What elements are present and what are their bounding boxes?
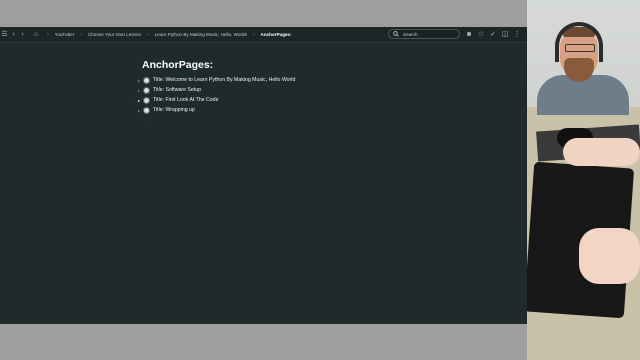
outline-block[interactable]: ▸ Title: Welcome to Learn Python By Maki…: [130, 75, 295, 85]
breadcrumb-item-current[interactable]: AnchorPages:: [261, 32, 292, 37]
breadcrumb-item-lesson[interactable]: Choose Your Own Lesson: [88, 32, 141, 37]
block-label[interactable]: Title: First Look At The Code: [153, 97, 218, 103]
breadcrumb-separator: ›: [47, 31, 49, 38]
search-placeholder: Search: [403, 31, 418, 37]
block-label[interactable]: Title: Wrapping up: [153, 107, 195, 113]
breadcrumb-item-youtuber[interactable]: YouTuber: [55, 32, 75, 37]
home-icon[interactable]: ⌂: [31, 27, 41, 42]
star-icon[interactable]: ☆: [475, 27, 487, 42]
breadcrumb-item-course[interactable]: Learn Python By Making Music; Hello, Wor…: [155, 32, 247, 37]
page-title[interactable]: AnchorPages:: [142, 59, 213, 71]
bullet-icon[interactable]: [144, 107, 149, 113]
webcam-overlay: [527, 0, 640, 360]
presenter-hand: [563, 138, 640, 166]
back-icon[interactable]: ‹: [9, 27, 18, 42]
breadcrumb-separator: ›: [252, 31, 255, 38]
search-box[interactable]: Search: [388, 29, 460, 39]
presenter-hand: [579, 228, 640, 284]
check-icon[interactable]: ✓: [487, 27, 499, 42]
outline-block[interactable]: ⋯ ▸ Title: First Look At The Code: [130, 95, 218, 105]
columns-icon[interactable]: ◫: [499, 27, 511, 42]
bullet-icon[interactable]: [144, 87, 149, 93]
breadcrumb: ⌂ › YouTuber › Choose Your Own Lesson › …: [31, 27, 292, 42]
bullet-icon[interactable]: [144, 97, 149, 103]
collapse-arrow-icon[interactable]: ▸: [136, 78, 142, 83]
block-label[interactable]: Title: Welcome to Learn Python By Making…: [153, 77, 295, 83]
breadcrumb-separator: ›: [147, 31, 149, 38]
top-toolbar: ☰ ‹ › ⌂ › YouTuber › Choose Your Own Les…: [0, 27, 527, 43]
new-block-cursor-icon[interactable]: ․: [136, 118, 154, 123]
search-icon: [393, 31, 399, 37]
sidebar-toggle-icon[interactable]: ☰: [0, 27, 9, 42]
more-icon[interactable]: ⋮: [511, 27, 523, 42]
collapse-arrow-icon[interactable]: ▸: [136, 108, 142, 113]
empty-block[interactable]: ․: [130, 115, 154, 125]
outline-block[interactable]: ▸ Title: Wrapping up: [130, 105, 195, 115]
outline-block[interactable]: ▸ Title: Software Setup: [130, 85, 201, 95]
add-user-icon[interactable]: ☻: [463, 27, 475, 42]
collapse-arrow-icon[interactable]: ▸: [136, 98, 142, 103]
block-label[interactable]: Title: Software Setup: [153, 87, 201, 93]
headphones-icon: [555, 22, 603, 62]
notes-app-window: ☰ ‹ › ⌂ › YouTuber › Choose Your Own Les…: [0, 27, 527, 324]
toolbar-right-actions: ☻ ☆ ✓ ◫ ⋮: [463, 27, 523, 42]
breadcrumb-separator: ›: [80, 31, 82, 38]
collapse-arrow-icon[interactable]: ▸: [136, 88, 142, 93]
bullet-icon[interactable]: [144, 77, 149, 83]
forward-icon[interactable]: ›: [18, 27, 27, 42]
